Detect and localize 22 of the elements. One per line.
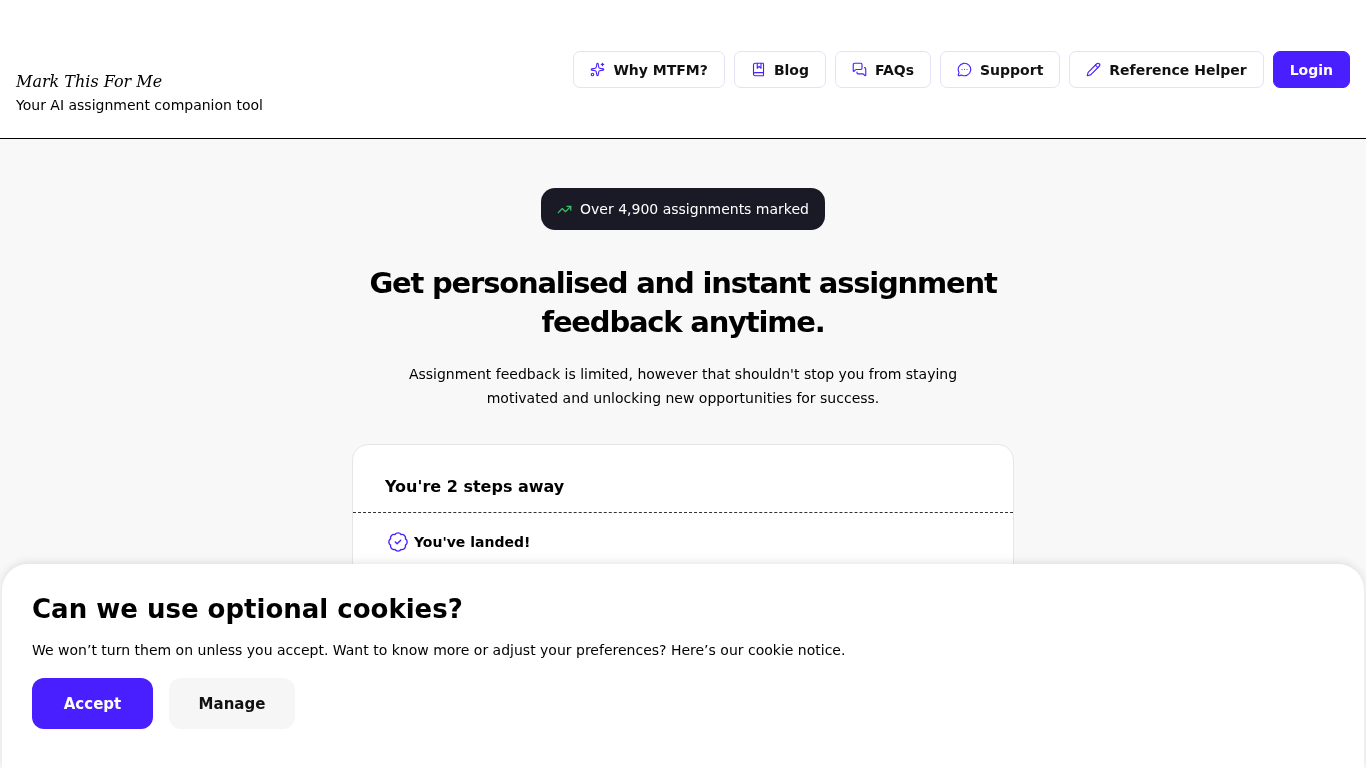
chat-bubble-icon	[957, 62, 973, 77]
sparkle-icon	[590, 62, 606, 77]
nav-button[interactable]: Support	[940, 51, 1061, 88]
hero-subtitle: Assignment feedback is limited, however that shouldn't stop you from staying motivated and unlocking new opportunities for success.	[407, 365, 959, 408]
nav-button[interactable]: Reference Helper	[1069, 51, 1264, 88]
cookie-title: Can we use optional cookies?	[32, 594, 464, 624]
pencil-icon	[1086, 62, 1102, 77]
cookie-text: We won’t turn them on unless you accept. Want to know more or adjust your preferences? Here’s our cookie notice.	[32, 642, 847, 658]
nav-button[interactable]: Why MTFM?	[573, 51, 725, 88]
hero-title: Get personalised and instant assignment feedback anytime.	[368, 265, 999, 341]
tagline: Your AI assignment companion tool	[16, 97, 263, 113]
nav-button[interactable]: FAQs	[835, 51, 932, 88]
logo-text[interactable]: Mark This For Me	[16, 72, 263, 91]
bookmark-book-icon	[750, 62, 766, 77]
step-label: You've landed!	[414, 534, 531, 550]
manage-button[interactable]: Manage	[169, 678, 295, 729]
card-title: You're 2 steps away	[353, 445, 1013, 513]
chat-bubbles-icon	[852, 62, 867, 77]
login-button[interactable]: Login	[1272, 51, 1350, 88]
badge-text: Over 4,900 assignments marked	[580, 201, 809, 217]
accept-button[interactable]: Accept	[32, 678, 153, 729]
nav-button[interactable]: Blog	[733, 51, 826, 88]
